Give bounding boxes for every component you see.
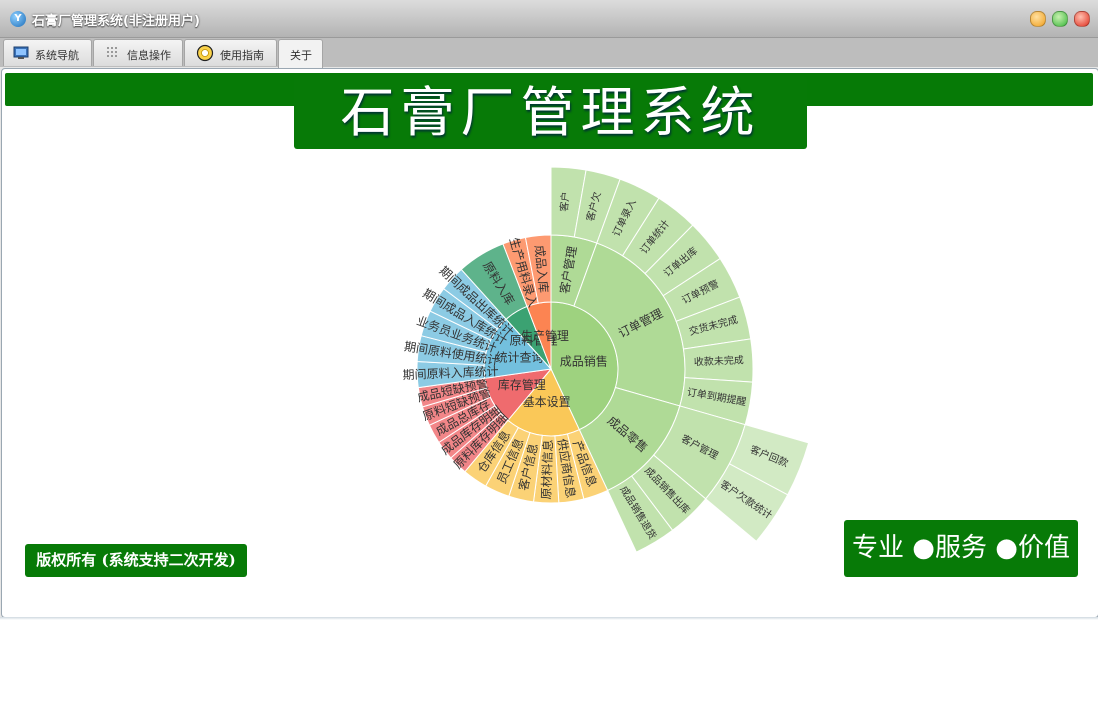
tab-system-navigation[interactable]: 系统导航 [3,39,92,66]
tab-about[interactable]: 关于 [278,39,323,68]
monitor-icon [13,46,29,59]
sunburst-label: 生产管理 [521,328,569,343]
tab-info-operation[interactable]: 信息操作 [93,39,183,66]
window-bottom-edge [0,617,1098,620]
sunburst-label: 基本设置 [523,395,571,409]
minimize-button[interactable] [1030,11,1046,27]
sunburst-label: 库存管理 [498,377,546,392]
tab-label: 系统导航 [35,49,79,62]
tab-bar: 系统导航 信息操作 使用指南 关于 [0,38,1098,68]
title-banner: 石膏厂管理系统 [294,76,807,149]
page-title: 石膏厂管理系统 [340,81,761,144]
sunburst-label: 成品销售 [560,354,608,369]
tab-user-guide[interactable]: 使用指南 [184,39,277,66]
title-bar[interactable]: Y 石膏厂管理系统(非注册用户) [0,0,1098,38]
app-window: Y 石膏厂管理系统(非注册用户) 系统导航 信息操作 使用指南 关于 成品销售 … [0,0,1098,620]
tab-label: 关于 [290,49,312,62]
tab-label: 信息操作 [127,49,171,62]
window-title: 石膏厂管理系统(非注册用户) [32,14,200,29]
y-logo-icon: Y [10,11,26,27]
about-panel: 成品销售 客户管理 客户 客户欠 订单管理 订单录入 订单统计 订单出库 订单预警 交货未完成 收款… [1,68,1098,618]
grid-icon [107,47,117,57]
tab-label: 使用指南 [220,49,264,62]
help-circle-icon [196,44,214,62]
close-button[interactable] [1074,11,1090,27]
slogan-badge: 专业 ●服务 ●价值 [844,520,1078,577]
copyright-badge: 版权所有 (系统支持二次开发) [25,544,247,577]
maximize-button[interactable] [1052,11,1068,27]
